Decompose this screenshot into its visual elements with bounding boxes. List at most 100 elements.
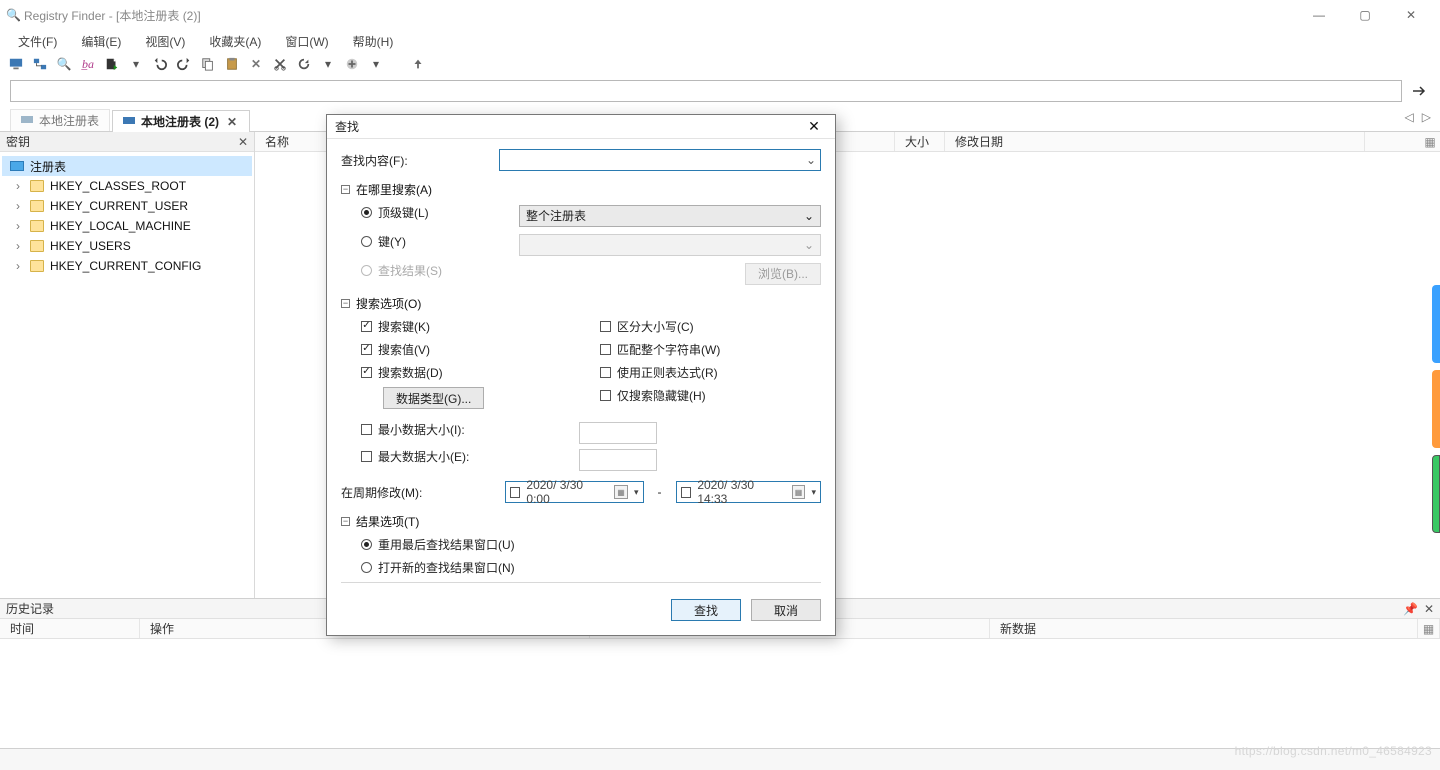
maximize-button[interactable]: ▢ (1342, 0, 1388, 30)
check-case[interactable]: 区分大小写(C) (600, 318, 821, 335)
add-dropdown-icon[interactable]: ▾ (368, 56, 384, 72)
check-regex[interactable]: 使用正则表达式(R) (600, 364, 821, 381)
collapse-icon[interactable]: − (341, 185, 350, 194)
add-icon[interactable] (344, 56, 360, 72)
chevron-down-icon[interactable]: ▾ (811, 487, 816, 498)
tree-header: 密钥 ✕ (0, 132, 254, 152)
tab-local-registry[interactable]: 本地注册表 (10, 109, 110, 131)
check-label: 仅搜索隐藏键(H) (617, 387, 706, 404)
zoom-icon[interactable]: 🔍 (56, 56, 72, 72)
expand-icon[interactable]: › (12, 259, 24, 273)
dialog-titlebar[interactable]: 查找 ✕ (327, 115, 835, 139)
menu-help[interactable]: 帮助(H) (343, 31, 404, 52)
where-section[interactable]: − 在哪里搜索(A) (341, 181, 821, 198)
side-tab-a[interactable] (1432, 285, 1440, 363)
computer-icon[interactable] (8, 56, 24, 72)
menu-view[interactable]: 视图(V) (135, 31, 195, 52)
find-button[interactable]: 查找 (671, 599, 741, 621)
tree-close-icon[interactable]: ✕ (238, 135, 248, 149)
tree-node-hku[interactable]: › HKEY_USERS (2, 236, 252, 256)
dialog-close-button[interactable]: ✕ (801, 117, 827, 137)
tree-node-hkcc[interactable]: › HKEY_CURRENT_CONFIG (2, 256, 252, 276)
history-list[interactable] (0, 639, 1440, 748)
date-check[interactable] (510, 487, 521, 498)
export-icon[interactable] (104, 56, 120, 72)
copy-icon[interactable] (200, 56, 216, 72)
menu-file[interactable]: 文件(F) (8, 31, 67, 52)
redo-icon[interactable] (176, 56, 192, 72)
paste-icon[interactable] (224, 56, 240, 72)
radio-label: 打开新的查找结果窗口(N) (378, 559, 515, 576)
max-size-input[interactable] (579, 449, 657, 471)
options-section[interactable]: − 搜索选项(O) (341, 295, 821, 312)
menu-window[interactable]: 窗口(W) (275, 31, 338, 52)
go-button[interactable] (1408, 80, 1430, 102)
replace-icon[interactable]: b̲a (80, 56, 96, 72)
minimize-button[interactable]: — (1296, 0, 1342, 30)
check-search-values[interactable]: 搜索值(V) (361, 341, 582, 358)
cut-icon[interactable] (272, 56, 288, 72)
tree-node-hklm[interactable]: › HKEY_LOCAL_MACHINE (2, 216, 252, 236)
results-section[interactable]: − 结果选项(T) (341, 513, 821, 530)
calendar-icon[interactable]: ▦ (614, 485, 628, 499)
min-size-input[interactable] (579, 422, 657, 444)
check-min-size[interactable]: 最小数据大小(I): (361, 421, 571, 438)
undo-icon[interactable] (152, 56, 168, 72)
calendar-icon[interactable]: ▦ (792, 485, 806, 499)
network-icon[interactable] (32, 56, 48, 72)
find-input[interactable]: ⌄ (499, 149, 821, 171)
radio-top-key[interactable]: 顶级键(L) (361, 204, 511, 221)
tree-root[interactable]: 注册表 (2, 156, 252, 176)
registry-tree[interactable]: 注册表 › HKEY_CLASSES_ROOT › HKEY_CURRENT_U… (0, 152, 254, 598)
date-check[interactable] (681, 487, 692, 498)
date-to[interactable]: 2020/ 3/30 14:33 ▦▾ (676, 481, 822, 503)
expand-icon[interactable]: › (12, 199, 24, 213)
tab-close-icon[interactable]: ✕ (225, 115, 239, 129)
radio-new-window[interactable]: 打开新的查找结果窗口(N) (361, 559, 821, 576)
refresh-dropdown-icon[interactable]: ▾ (320, 56, 336, 72)
menu-edit[interactable]: 编辑(E) (71, 31, 131, 52)
check-max-size[interactable]: 最大数据大小(E): (361, 448, 571, 465)
col-date[interactable]: 修改日期 (945, 132, 1365, 151)
expand-icon[interactable]: › (12, 239, 24, 253)
delete-icon[interactable]: ✕ (248, 56, 264, 72)
check-label: 最小数据大小(I): (378, 421, 465, 438)
data-types-button[interactable]: 数据类型(G)... (383, 387, 484, 409)
check-search-data[interactable]: 搜索数据(D) (361, 364, 582, 381)
radio-reuse-window[interactable]: 重用最后查找结果窗口(U) (361, 536, 821, 553)
history-close-icon[interactable]: ✕ (1424, 602, 1434, 616)
export-dropdown-icon[interactable]: ▾ (128, 56, 144, 72)
check-hidden[interactable]: 仅搜索隐藏键(H) (600, 387, 821, 404)
side-tab-b[interactable] (1432, 370, 1440, 448)
cancel-button[interactable]: 取消 (751, 599, 821, 621)
expand-icon[interactable]: › (12, 179, 24, 193)
chevron-down-icon[interactable]: ▾ (634, 487, 639, 498)
collapse-icon[interactable]: − (341, 517, 350, 526)
check-label: 匹配整个字符串(W) (617, 341, 720, 358)
menu-favorites[interactable]: 收藏夹(A) (199, 31, 271, 52)
hist-col-new[interactable]: 新数据 (990, 619, 1418, 638)
close-button[interactable]: ✕ (1388, 0, 1434, 30)
tab-local-registry-2[interactable]: 本地注册表 (2) ✕ (112, 110, 250, 132)
hist-col-time[interactable]: 时间 (0, 619, 140, 638)
up-icon[interactable] (410, 56, 426, 72)
col-size[interactable]: 大小 (895, 132, 945, 151)
chevron-down-icon[interactable]: ⌄ (806, 153, 816, 167)
refresh-icon[interactable] (296, 56, 312, 72)
tab-prev-icon[interactable]: ◁ (1402, 110, 1417, 124)
column-config-icon[interactable]: ▦ (1418, 619, 1440, 638)
check-search-keys[interactable]: 搜索键(K) (361, 318, 582, 335)
address-input[interactable] (10, 80, 1402, 102)
radio-key[interactable]: 键(Y) (361, 233, 511, 250)
tab-next-icon[interactable]: ▷ (1419, 110, 1434, 124)
expand-icon[interactable]: › (12, 219, 24, 233)
side-tab-c[interactable] (1432, 455, 1440, 533)
date-from[interactable]: 2020/ 3/30 0:00 ▦▾ (505, 481, 644, 503)
tree-node-hkcr[interactable]: › HKEY_CLASSES_ROOT (2, 176, 252, 196)
pin-icon[interactable]: 📌 (1403, 602, 1418, 616)
tree-node-hkcu[interactable]: › HKEY_CURRENT_USER (2, 196, 252, 216)
column-config-icon[interactable]: ▦ (1420, 135, 1440, 149)
top-key-select[interactable]: 整个注册表 ⌄ (519, 205, 821, 227)
check-whole[interactable]: 匹配整个字符串(W) (600, 341, 821, 358)
collapse-icon[interactable]: − (341, 299, 350, 308)
